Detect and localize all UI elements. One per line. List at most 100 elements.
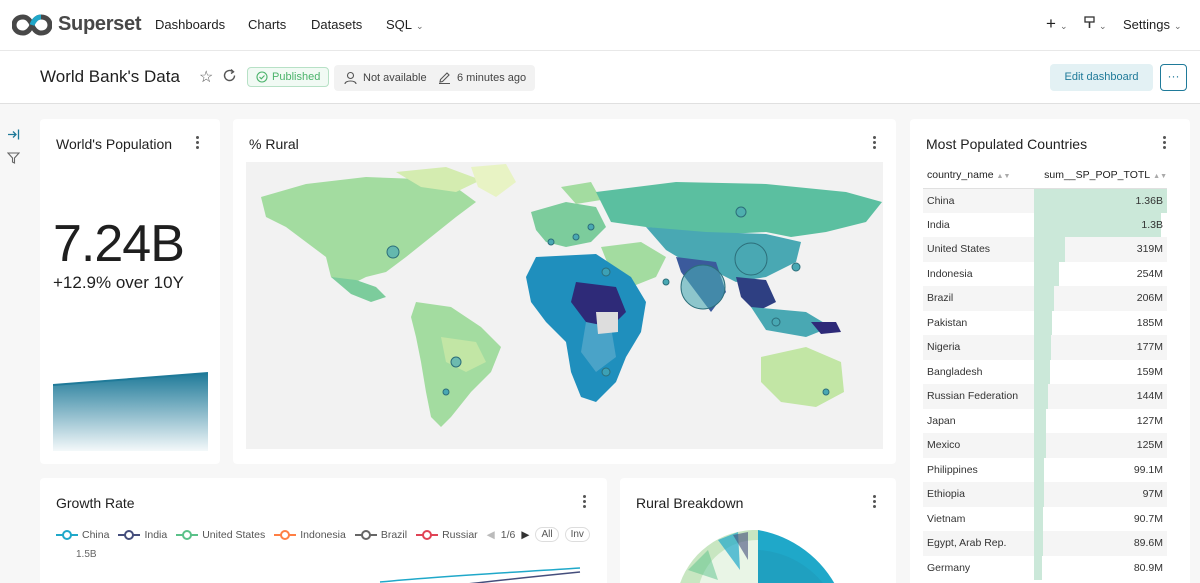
kebab-menu-icon[interactable] xyxy=(1161,136,1167,151)
legend-swatch-icon xyxy=(118,529,141,540)
legend-item[interactable]: United States xyxy=(176,529,265,541)
nav-charts[interactable]: Charts xyxy=(248,17,286,32)
settings-label: Settings xyxy=(1123,17,1170,32)
population-cell: 185M xyxy=(1034,310,1167,335)
nav-datasets[interactable]: Datasets xyxy=(311,17,362,32)
legend-item[interactable]: Brazil xyxy=(354,528,408,541)
column-header-population[interactable]: sum__SP_POP_TOTL ▲▼ xyxy=(1034,163,1167,189)
population-value: 206M xyxy=(1136,292,1163,305)
value-bar xyxy=(1034,433,1047,458)
expand-filters-icon[interactable] xyxy=(7,129,20,140)
legend-all-button[interactable]: All xyxy=(535,527,559,542)
table-row[interactable]: Japan 127M xyxy=(923,408,1167,433)
value-bar xyxy=(1034,408,1047,433)
country-name-cell: China xyxy=(923,188,1035,213)
table-row[interactable]: Philippines 99.1M xyxy=(923,457,1167,482)
country-name-cell: Bangladesh xyxy=(927,365,983,378)
nav-dashboards[interactable]: Dashboards xyxy=(155,17,225,32)
legend-item[interactable]: China xyxy=(56,529,109,541)
table-row[interactable]: India 1.3B xyxy=(923,212,1167,237)
population-cell: 177M xyxy=(1034,335,1167,360)
legend-item[interactable]: Indonesia xyxy=(274,529,346,541)
theme-button[interactable]: ⌄ xyxy=(1084,16,1107,32)
population-value: 90.7M xyxy=(1133,512,1163,525)
population-value: 125M xyxy=(1136,439,1163,452)
breakdown-title: Rural Breakdown xyxy=(636,495,744,511)
edit-dashboard-button[interactable]: Edit dashboard xyxy=(1050,64,1153,91)
published-badge[interactable]: Published xyxy=(247,67,330,87)
kebab-menu-icon[interactable] xyxy=(194,136,200,151)
population-cell: 80.9M xyxy=(1034,555,1167,580)
dashboard-header: World Bank's Data ☆ Published Not availa… xyxy=(0,51,1200,104)
country-name-cell: Japan xyxy=(927,414,956,427)
legend-label: Brazil xyxy=(380,528,408,541)
country-name-cell: Germany xyxy=(927,561,971,574)
country-name-cell: Egypt, Arab Rep. xyxy=(923,531,1035,556)
table-row[interactable]: Egypt, Arab Rep. 89.6M xyxy=(923,531,1167,556)
y-axis-label: 1.5B xyxy=(76,549,97,560)
legend-label: China xyxy=(82,528,110,541)
table-row[interactable]: China 1.36B xyxy=(923,188,1167,213)
column-header-country[interactable]: country_name ▲▼ xyxy=(923,163,1035,189)
countries-table: country_name ▲▼ sum__SP_POP_TOTL ▲▼ China 1… xyxy=(923,163,1167,580)
table-row[interactable]: Brazil 206M xyxy=(923,286,1167,311)
table-row[interactable]: Ethiopia 97M xyxy=(923,482,1167,507)
population-value: 97M xyxy=(1142,488,1163,501)
world-map[interactable] xyxy=(246,162,883,449)
country-name-cell: Ethiopia xyxy=(923,482,1035,507)
table-row[interactable]: Bangladesh 159M xyxy=(923,359,1167,384)
table-row[interactable]: Vietnam 90.7M xyxy=(923,506,1167,531)
sort-icon: ▲▼ xyxy=(1153,173,1167,181)
kebab-menu-icon[interactable] xyxy=(871,136,877,151)
country-name-cell: India xyxy=(927,218,950,231)
nav-sql[interactable]: SQL ⌄ xyxy=(386,17,424,32)
legend-inverse-button[interactable]: Inv xyxy=(564,527,590,542)
chevron-down-icon: ⌄ xyxy=(416,21,424,31)
paint-brush-icon xyxy=(1084,16,1095,28)
growth-lines xyxy=(379,567,581,583)
table-row[interactable]: Mexico 125M xyxy=(923,433,1167,458)
legend-next-icon[interactable]: ▶ xyxy=(521,529,529,541)
refresh-icon[interactable] xyxy=(222,68,237,83)
population-cell: 90.7M xyxy=(1034,506,1167,531)
country-name-cell: United States xyxy=(923,237,1035,262)
value-bar xyxy=(1034,457,1044,482)
population-cell: 206M xyxy=(1034,286,1167,311)
population-value: 80.9M xyxy=(1133,561,1163,574)
rural-map-card: % Rural xyxy=(233,119,896,464)
star-icon[interactable]: ☆ xyxy=(199,67,213,87)
table-row[interactable]: Germany 80.9M xyxy=(923,555,1167,580)
value-bar xyxy=(1034,384,1049,409)
legend-item[interactable]: Russiar xyxy=(416,529,478,541)
table-row[interactable]: Nigeria 177M xyxy=(923,335,1167,360)
table-row[interactable]: Pakistan 185M xyxy=(923,310,1167,335)
filter-icon[interactable] xyxy=(7,152,20,164)
sort-icon: ▲▼ xyxy=(996,173,1011,181)
value-bar xyxy=(1034,286,1055,311)
kebab-menu-icon[interactable] xyxy=(581,495,587,510)
population-cell: 89.6M xyxy=(1034,531,1167,556)
table-row[interactable]: Russian Federation 144M xyxy=(923,384,1167,409)
value-bar xyxy=(1034,335,1052,360)
country-name-cell: Brazil xyxy=(923,286,1035,311)
kebab-menu-icon[interactable] xyxy=(871,495,877,510)
value-bar xyxy=(1034,261,1059,286)
legend-item[interactable]: India xyxy=(118,529,167,541)
population-value: 1.36B xyxy=(1135,194,1163,207)
add-new-button[interactable]: + ⌄ xyxy=(1046,14,1067,34)
legend-prev-icon[interactable]: ◀ xyxy=(487,529,495,541)
population-value: 185M xyxy=(1136,316,1163,329)
user-icon xyxy=(344,71,357,85)
chevron-down-icon: ⌄ xyxy=(1059,21,1068,31)
country-name-cell: Indonesia xyxy=(927,267,973,280)
more-options-button[interactable]: ··· xyxy=(1160,64,1187,91)
population-cell: 1.3B xyxy=(1034,212,1167,237)
sunburst-chart[interactable] xyxy=(678,530,848,583)
table-row[interactable]: Indonesia 254M xyxy=(923,261,1167,286)
value-bar xyxy=(1034,555,1042,580)
dashboard-title[interactable]: World Bank's Data xyxy=(40,67,180,87)
superset-logo[interactable]: Superset xyxy=(12,13,141,36)
table-row[interactable]: United States 319M xyxy=(923,237,1167,262)
rural-breakdown-card: Rural Breakdown xyxy=(620,478,896,583)
settings-menu[interactable]: Settings ⌄ xyxy=(1123,17,1182,32)
